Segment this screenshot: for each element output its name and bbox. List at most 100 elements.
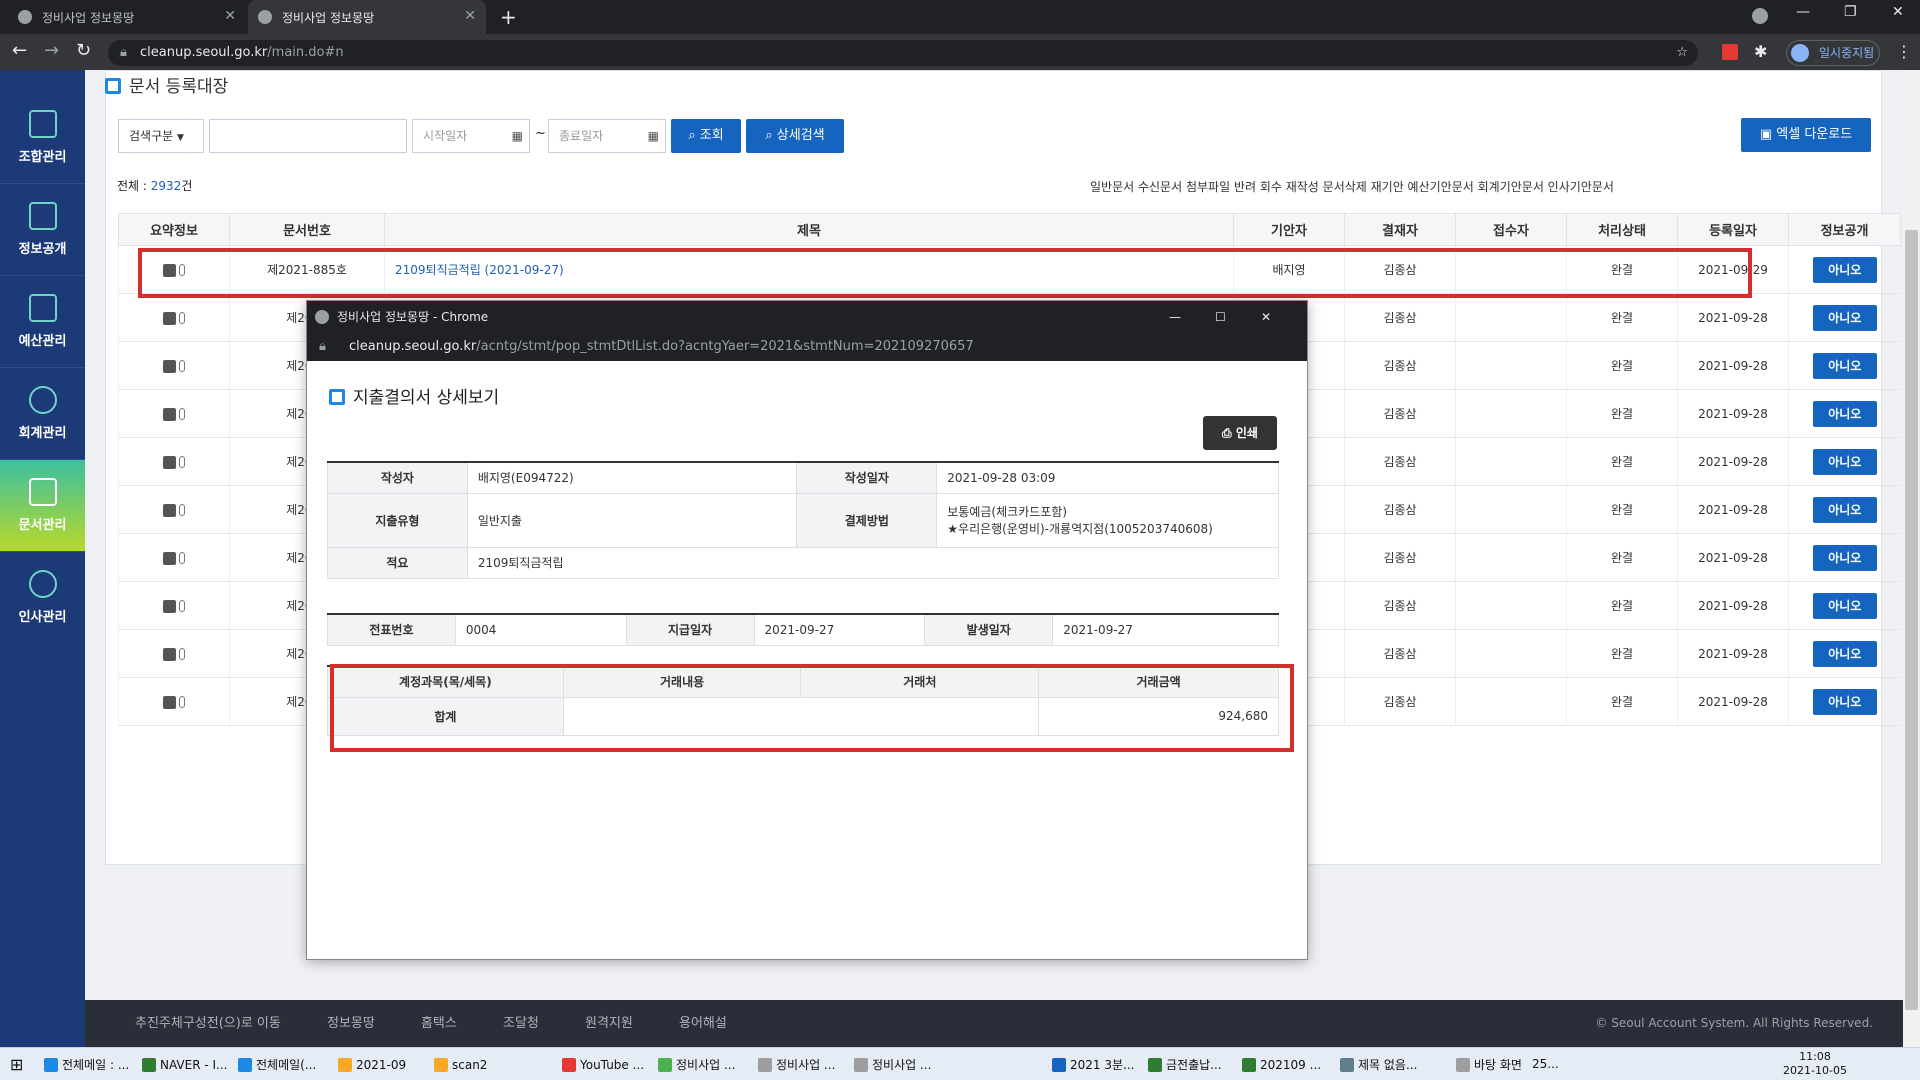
footer-link[interactable]: 추진주체구성전(으)로 이동 xyxy=(135,1016,281,1031)
taskbar-item[interactable]: 제목 없음... xyxy=(1338,1053,1430,1077)
table-header-row: 요약정보 문서번호 제목 기안자 결재자 접수자 처리상태 등록일자 정보공개 xyxy=(118,213,1901,246)
footer-link[interactable]: 용어해설 xyxy=(679,1016,727,1031)
attachment-icon[interactable] xyxy=(179,696,185,708)
minimize-icon[interactable]: — xyxy=(1169,301,1181,333)
tab-search-icon[interactable] xyxy=(1752,8,1768,24)
print-button[interactable]: ⎙ 인쇄 xyxy=(1203,416,1277,450)
taskbar-item[interactable]: 정비사업 ... xyxy=(852,1053,944,1077)
pay-method-label: 결제방법 xyxy=(796,492,938,548)
public-toggle-button[interactable]: 아니오 xyxy=(1812,256,1877,283)
document-icon[interactable] xyxy=(163,551,176,565)
col-header[interactable]: 접수자 xyxy=(1455,213,1567,246)
attachment-icon[interactable] xyxy=(179,648,185,660)
browser-tab-active[interactable]: 정비사업 정보몽땅 ✕ xyxy=(248,0,486,34)
window-close-icon[interactable]: ✕ xyxy=(1892,4,1904,20)
sidebar-item-hr[interactable]: 인사관리 xyxy=(0,552,85,644)
profile-button[interactable]: 일시중지됨 xyxy=(1786,40,1880,66)
bookmark-star-icon[interactable]: ☆ xyxy=(1676,40,1688,66)
col-header[interactable]: 제목 xyxy=(384,213,1234,246)
browser-tab[interactable]: 정비사업 정보몽땅 ✕ xyxy=(8,0,246,34)
taskbar-item[interactable]: 금전출납... xyxy=(1146,1053,1238,1077)
app-icon xyxy=(44,1058,58,1072)
taskbar-item[interactable]: YouTube ... xyxy=(560,1053,652,1077)
close-icon[interactable]: ✕ xyxy=(224,8,236,24)
sidebar-item-budget[interactable]: 예산관리 xyxy=(0,276,85,368)
folder-plus-icon xyxy=(28,478,57,506)
sidebar-item-documents[interactable]: 문서관리 xyxy=(0,460,85,552)
col-header[interactable]: 요약정보 xyxy=(118,213,230,246)
taskbar-item[interactable]: 전체메일(... xyxy=(236,1053,328,1077)
col-header[interactable]: 정보공개 xyxy=(1788,213,1901,246)
close-icon[interactable]: ✕ xyxy=(1261,301,1271,333)
clipboard-icon xyxy=(28,110,57,138)
sidebar-item-union[interactable]: 조합관리 xyxy=(0,92,85,184)
document-icon[interactable] xyxy=(163,407,176,421)
public-toggle-button[interactable]: 아니오 xyxy=(1812,688,1877,715)
col-header[interactable]: 문서번호 xyxy=(229,213,385,246)
taskbar-item[interactable]: 2021-09 xyxy=(336,1053,428,1077)
search-type-select[interactable]: 검색구분 ▼ xyxy=(118,119,204,153)
document-icon[interactable] xyxy=(163,599,176,613)
search-input[interactable] xyxy=(209,119,407,153)
public-toggle-button[interactable]: 아니오 xyxy=(1812,304,1877,331)
pdf-extension-icon[interactable] xyxy=(1722,44,1738,60)
sidebar-item-accounting[interactable]: 회계관리 xyxy=(0,368,85,460)
taskbar-item[interactable]: scan2 xyxy=(432,1053,524,1077)
public-toggle-button[interactable]: 아니오 xyxy=(1812,544,1877,571)
windows-start-icon[interactable]: ⊞ xyxy=(10,1055,23,1074)
sidebar-item-disclosure[interactable]: 정보공개 xyxy=(0,184,85,276)
footer-link[interactable]: 원격지원 xyxy=(585,1016,633,1031)
minimize-icon[interactable]: — xyxy=(1796,4,1810,20)
taskbar-item[interactable]: 2021 3분... xyxy=(1050,1053,1142,1077)
document-icon[interactable] xyxy=(163,503,176,517)
attachment-icon[interactable] xyxy=(179,600,185,612)
footer-link[interactable]: 조달청 xyxy=(503,1016,539,1031)
close-icon[interactable]: ✕ xyxy=(464,8,476,24)
menu-dots-icon[interactable]: ⋮ xyxy=(1896,42,1912,61)
document-icon[interactable] xyxy=(163,455,176,469)
scrollbar-thumb[interactable] xyxy=(1905,230,1918,1010)
footer-link[interactable]: 정보몽땅 xyxy=(327,1016,375,1031)
public-toggle-button[interactable]: 아니오 xyxy=(1812,640,1877,667)
public-toggle-button[interactable]: 아니오 xyxy=(1812,448,1877,475)
attachment-icon[interactable] xyxy=(179,552,185,564)
public-toggle-button[interactable]: 아니오 xyxy=(1812,592,1877,619)
document-icon[interactable] xyxy=(163,695,176,709)
end-date-field[interactable]: 종료일자 ▦ xyxy=(548,119,666,153)
public-toggle-button[interactable]: 아니오 xyxy=(1812,496,1877,523)
attachment-icon[interactable] xyxy=(179,312,185,324)
restore-icon[interactable]: ❐ xyxy=(1844,4,1857,20)
new-tab-button[interactable]: + xyxy=(500,5,517,29)
taskbar-item[interactable]: NAVER - I... xyxy=(140,1053,232,1077)
public-toggle-button[interactable]: 아니오 xyxy=(1812,352,1877,379)
public-toggle-button[interactable]: 아니오 xyxy=(1812,400,1877,427)
status: 완결 xyxy=(1566,293,1678,342)
taskbar-item[interactable]: 202109 ... xyxy=(1240,1053,1332,1077)
taskbar-item[interactable]: 정비사업 ... xyxy=(656,1053,748,1077)
detail-search-button[interactable]: ⌕ 상세검색 xyxy=(746,119,844,153)
attachment-icon[interactable] xyxy=(179,456,185,468)
attachment-icon[interactable] xyxy=(179,504,185,516)
document-icon[interactable] xyxy=(163,311,176,325)
attachment-icon[interactable] xyxy=(179,360,185,372)
calendar-icon[interactable]: ▦ xyxy=(512,120,523,152)
search-button[interactable]: ⌕ 조회 xyxy=(671,119,741,153)
taskbar-item[interactable]: 전체메일 : ... xyxy=(42,1053,134,1077)
maximize-icon[interactable]: ☐ xyxy=(1215,301,1226,333)
document-icon[interactable] xyxy=(163,647,176,661)
col-header[interactable]: 기안자 xyxy=(1233,213,1345,246)
excel-download-button[interactable]: ▣ 엑셀 다운로드 xyxy=(1741,118,1871,152)
taskbar-item[interactable]: 정비사업 ... xyxy=(756,1053,848,1077)
col-header[interactable]: 등록일자 xyxy=(1677,213,1789,246)
calendar-icon[interactable]: ▦ xyxy=(648,120,659,152)
footer-link[interactable]: 홈택스 xyxy=(421,1016,457,1031)
col-header[interactable]: 처리상태 xyxy=(1566,213,1678,246)
extensions-icon[interactable]: ✱ xyxy=(1754,42,1767,61)
system-clock[interactable]: 11:08 2021-10-05 xyxy=(1780,1050,1850,1078)
start-date-field[interactable]: 시작일자 ▦ xyxy=(412,119,530,153)
address-bar[interactable]: 🔒︎ cleanup.seoul.go.kr/main.do#n ☆ xyxy=(108,40,1698,66)
document-icon[interactable] xyxy=(163,359,176,373)
attachment-icon[interactable] xyxy=(179,408,185,420)
col-header[interactable]: 결재자 xyxy=(1344,213,1456,246)
sidebar-item-partial[interactable] xyxy=(0,50,85,70)
